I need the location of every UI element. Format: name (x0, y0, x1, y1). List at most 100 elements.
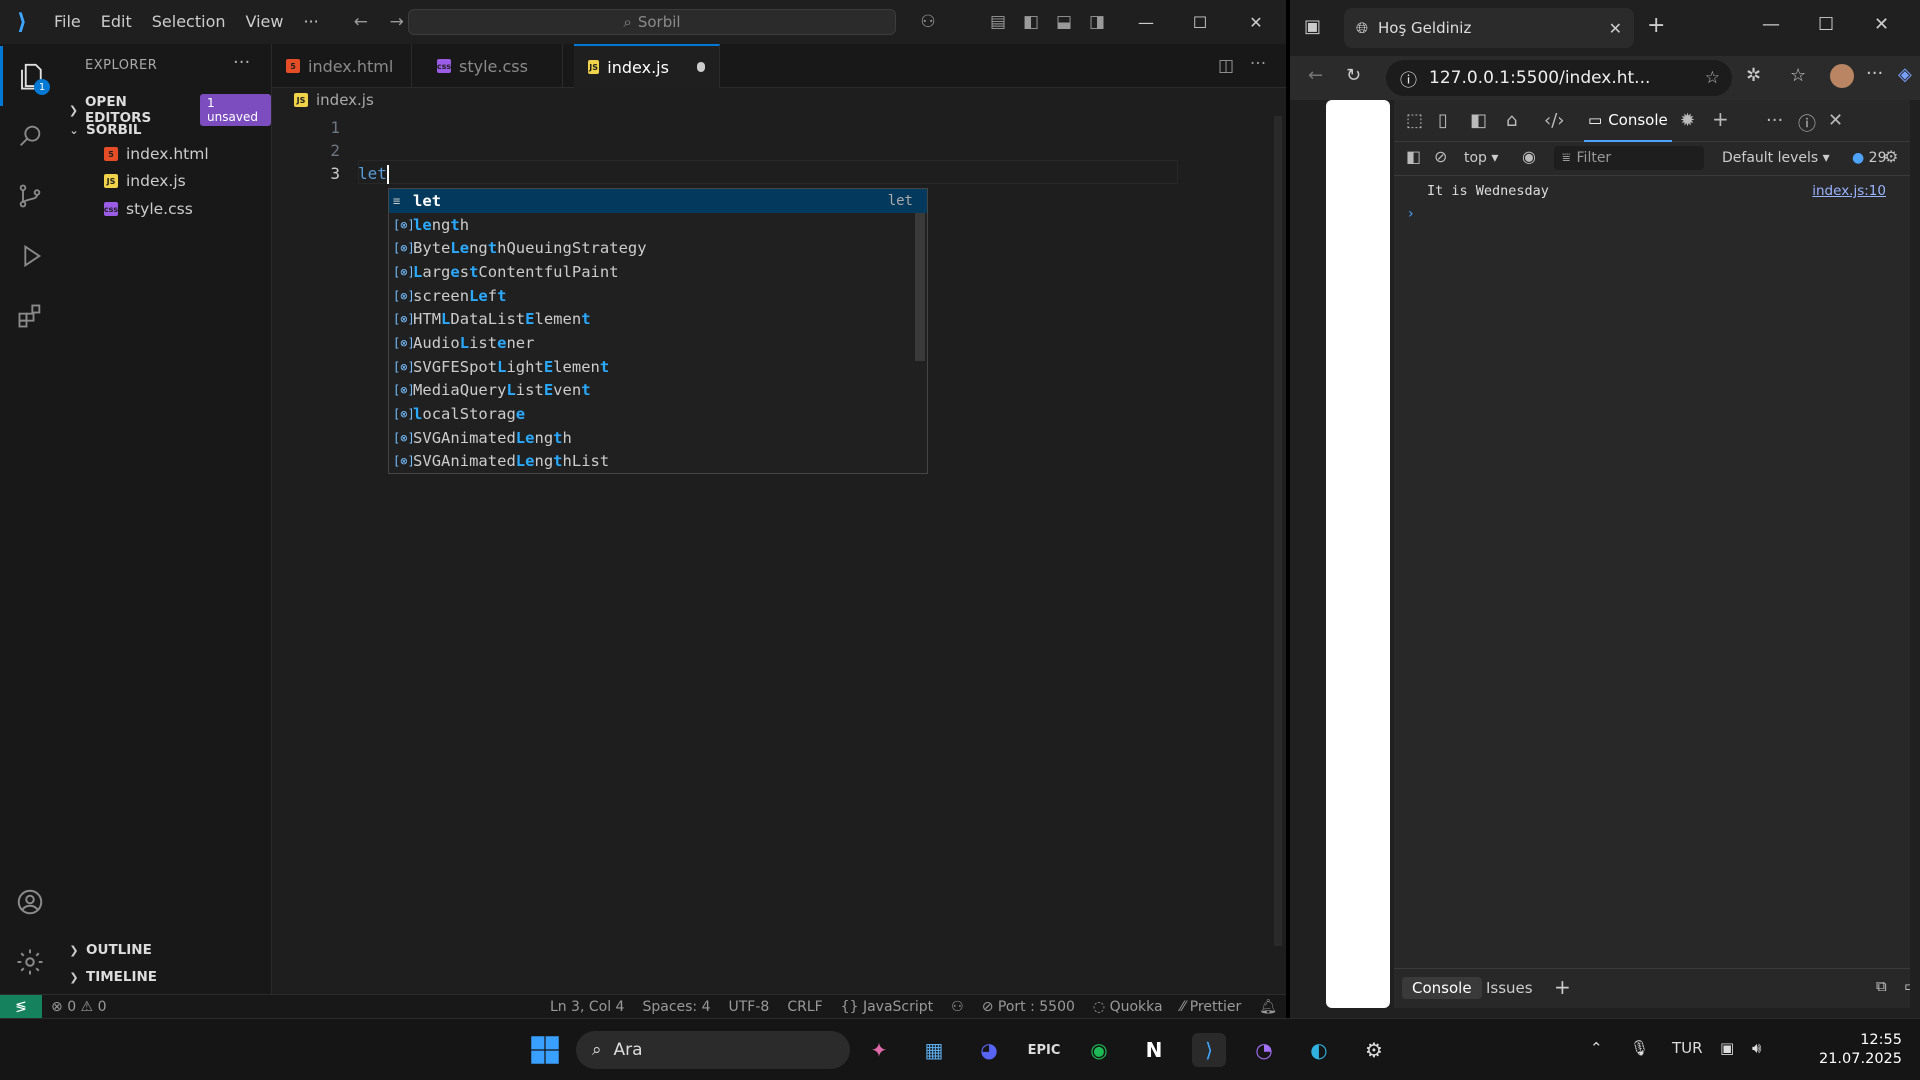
outline-section[interactable]: ❯ OUTLINE (68, 942, 151, 958)
console-prompt-chevron-icon[interactable]: › (1408, 206, 1414, 222)
code-line-3[interactable]: let (358, 164, 389, 184)
device-emulation-icon[interactable]: ▯ (1438, 110, 1448, 131)
folder-sorbil[interactable]: ⌄ SORBIL (68, 122, 141, 138)
autocomplete-suggestions[interactable]: ≡ let let [⊗] length [⊗] ByteLengthQueuingStra… (388, 188, 928, 474)
inspect-element-icon[interactable]: ⬚ (1406, 110, 1423, 131)
suggestion-item[interactable]: [⊗] SVGAnimatedLength (389, 426, 927, 450)
back-arrow-icon[interactable]: ← (343, 12, 379, 32)
toggle-sidebar-icon[interactable]: ◧ (1013, 12, 1049, 32)
unsaved-dot-icon[interactable] (696, 62, 705, 72)
drawer-add-tab-icon[interactable]: + (1544, 973, 1581, 1001)
filter-input[interactable]: ⩸ Filter (1554, 146, 1704, 170)
photos-app-icon[interactable]: ▦ (917, 1033, 951, 1067)
address-bar[interactable]: ⓘ 127.0.0.1:5500/index.ht... ☆ (1386, 60, 1732, 96)
search-icon[interactable] (0, 106, 60, 166)
tab-style-css[interactable]: css style.css (423, 44, 563, 88)
explorer-icon[interactable]: 1 (0, 46, 60, 106)
indentation[interactable]: Spaces: 4 (633, 999, 719, 1015)
elements-icon[interactable]: ‹/› (1544, 110, 1564, 131)
prettier-status[interactable]: ⁄⁄ Prettier (1172, 999, 1251, 1015)
devtools-more-icon[interactable]: ··· (1766, 110, 1783, 131)
spotify-app-icon[interactable]: ◉ (1082, 1033, 1116, 1067)
issues-counter[interactable]: ● 29 (1852, 150, 1887, 166)
tab-actions-icon[interactable]: ▣ (1304, 16, 1321, 37)
sidebar-toggle-icon[interactable]: ◧ (1406, 147, 1421, 166)
toggle-secondary-sidebar-icon[interactable]: ◨ (1079, 12, 1115, 32)
language-mode[interactable]: {} JavaScript (832, 999, 942, 1015)
explorer-more-icon[interactable]: ··· (233, 52, 250, 73)
page-viewport[interactable] (1326, 100, 1390, 1008)
toggle-panel-icon[interactable]: ⬓ (1046, 12, 1082, 32)
input-language[interactable]: TUR (1672, 1039, 1703, 1057)
chrome-app-icon[interactable]: ⚙ (1357, 1033, 1391, 1067)
welcome-home-icon[interactable]: ⌂ (1506, 110, 1517, 131)
menu-file[interactable]: File (44, 0, 91, 44)
suggestion-item[interactable]: [⊗] screenLeft (389, 284, 927, 308)
run-debug-icon[interactable] (0, 226, 60, 286)
suggestion-item[interactable]: [⊗] length (389, 213, 927, 237)
tab-index-js[interactable]: JS index.js (574, 44, 720, 88)
taskbar-search[interactable]: ⌕ Ara (576, 1031, 850, 1069)
favorites-icon[interactable]: ☆ (1790, 65, 1806, 86)
end-of-line[interactable]: CRLF (778, 999, 831, 1015)
favorite-star-icon[interactable]: ☆ (1705, 68, 1720, 88)
minimize-button[interactable]: — (1118, 0, 1174, 44)
github-app-icon[interactable]: ◔ (1247, 1033, 1281, 1067)
suggestion-item[interactable]: [⊗] SVGFESpotLightElement (389, 355, 927, 379)
close-button[interactable]: ✕ (1874, 14, 1889, 35)
copilot-icon[interactable]: ⚇ (910, 12, 946, 32)
suggestion-item[interactable]: [⊗] MediaQueryListEvent (389, 379, 927, 403)
close-devtools-icon[interactable]: ✕ (1828, 110, 1843, 131)
live-expression-eye-icon[interactable]: ◉ (1522, 147, 1536, 166)
console-settings-gear-icon[interactable]: ⚙ (1884, 147, 1898, 166)
browser-tab[interactable]: 🌐︎ Hoş Geldiniz ✕ (1344, 8, 1634, 48)
quokka-status[interactable]: ◌ Quokka (1084, 999, 1172, 1015)
source-control-icon[interactable] (0, 166, 60, 226)
maximize-button[interactable]: ☐ (1818, 14, 1834, 35)
edge-app-icon[interactable]: ◐ (1302, 1033, 1336, 1067)
site-info-icon[interactable]: ⓘ (1400, 66, 1417, 91)
close-tab-icon[interactable]: ✕ (1609, 19, 1622, 38)
back-arrow-icon[interactable]: ← (1308, 65, 1323, 86)
command-center-search[interactable]: ⌕ Sorbil (408, 9, 896, 35)
suggestion-item[interactable]: [⊗] ByteLengthQueuingStrategy (389, 236, 927, 260)
clock[interactable]: 12:55 21.07.2025 (1790, 1031, 1902, 1069)
close-button[interactable]: ✕ (1228, 0, 1284, 44)
vscode-app-icon[interactable]: ⟩ (1192, 1033, 1226, 1067)
browser-menu-icon[interactable]: ··· (1866, 63, 1883, 84)
menu-more[interactable]: ··· (293, 0, 328, 44)
more-tools-plus-icon[interactable]: + (1712, 107, 1729, 131)
remote-indicator-icon[interactable]: ≶ (0, 994, 42, 1019)
start-windows-icon[interactable] (528, 1033, 562, 1067)
tab-console[interactable]: ▭ Console (1584, 100, 1672, 142)
context-select[interactable]: top ▾ (1464, 150, 1498, 166)
maximize-button[interactable]: ☐ (1172, 0, 1228, 44)
log-source-link[interactable]: index.js:10 (1812, 183, 1886, 199)
suggestion-item[interactable]: [⊗] localStorage (389, 402, 927, 426)
notion-app-icon[interactable]: N (1137, 1033, 1171, 1067)
suggestion-item[interactable]: ≡ let let (389, 189, 927, 213)
editor-scrollbar[interactable] (1270, 112, 1286, 952)
help-icon[interactable]: ⓘ (1798, 110, 1816, 136)
cursor-position[interactable]: Ln 3, Col 4 (541, 999, 634, 1015)
copilot-icon[interactable]: ◈ (1898, 64, 1912, 85)
split-editor-icon[interactable]: ◫ (1208, 56, 1244, 76)
show-hidden-icons-icon[interactable]: ⌃ (1590, 1039, 1603, 1057)
extensions-puzzle-icon[interactable]: ✲ (1746, 65, 1761, 86)
timeline-section[interactable]: ❯ TIMELINE (68, 969, 157, 985)
tab-index-html[interactable]: 5 index.html (272, 44, 412, 88)
discord-app-icon[interactable]: ◕ (972, 1033, 1006, 1067)
extensions-icon[interactable] (0, 286, 60, 346)
epic-games-app-icon[interactable]: EPIC (1027, 1033, 1061, 1067)
microphone-icon[interactable]: 🎙︎ (1630, 1039, 1649, 1057)
clear-console-icon[interactable]: ⊘ (1434, 147, 1447, 166)
drawer-tab-console[interactable]: Console (1402, 977, 1482, 999)
volume-icon[interactable]: 🔊︎ (1752, 1039, 1761, 1057)
debugger-bug-icon[interactable]: ✹ (1680, 110, 1695, 131)
breadcrumb[interactable]: JS index.js (294, 91, 374, 109)
menu-selection[interactable]: Selection (142, 0, 236, 44)
copilot-app-icon[interactable]: ✦ (862, 1033, 896, 1067)
minimize-button[interactable]: — (1762, 14, 1780, 35)
encoding[interactable]: UTF-8 (720, 999, 779, 1015)
suggestion-item[interactable]: [⊗] SVGAnimatedLengthList (389, 450, 927, 474)
